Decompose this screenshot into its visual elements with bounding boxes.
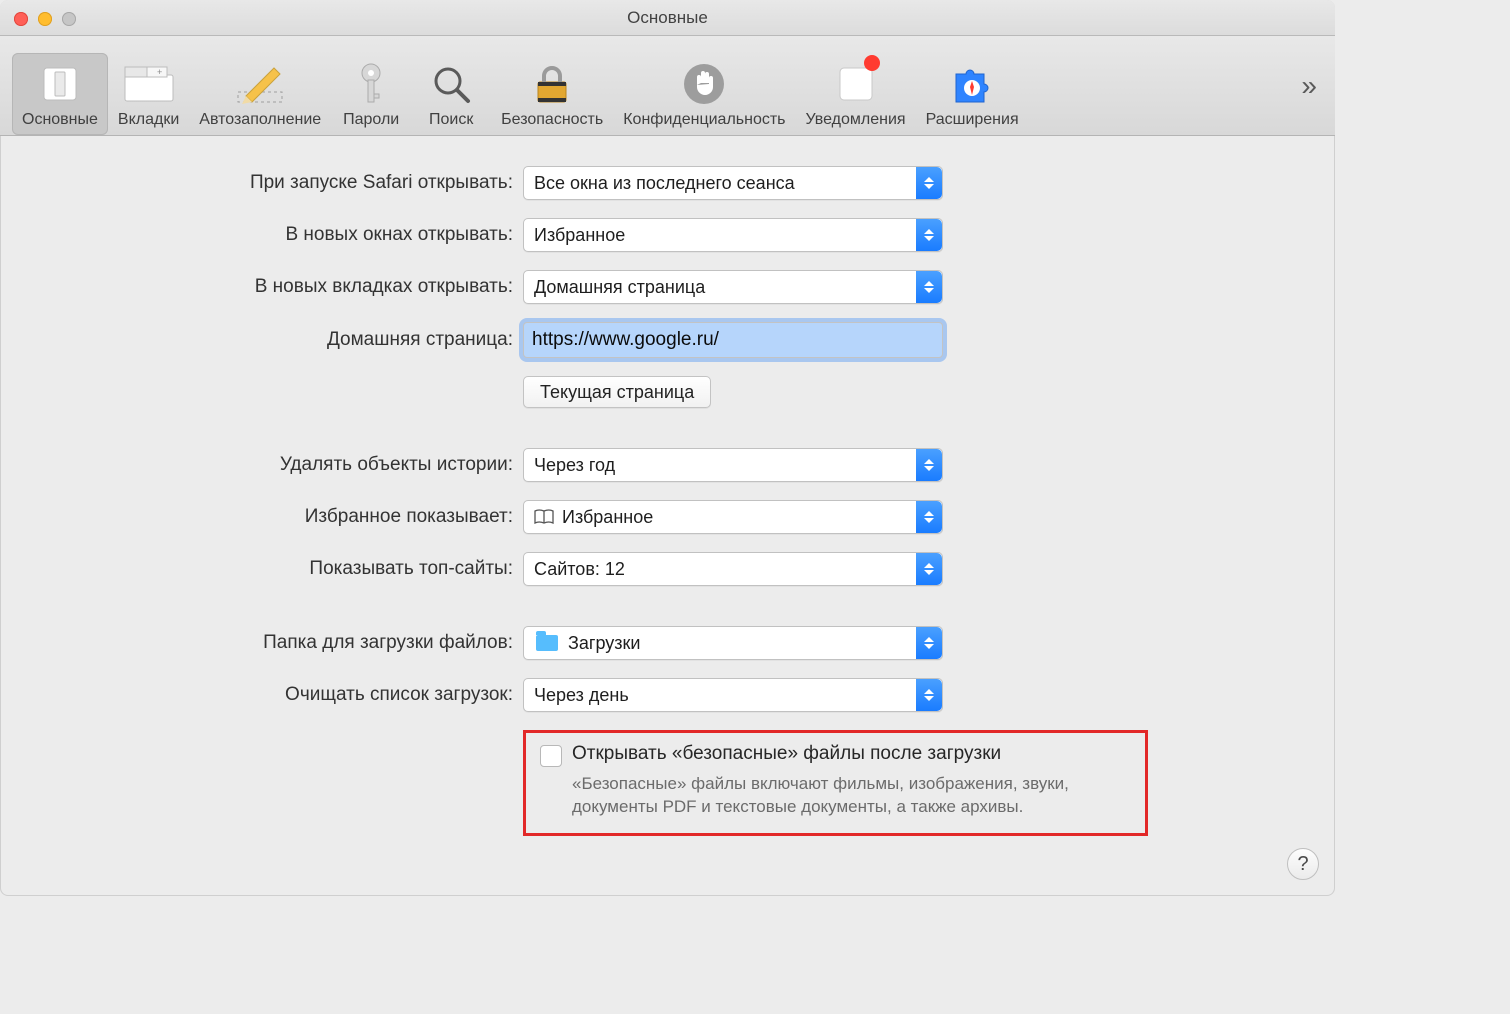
- key-icon: [356, 59, 386, 109]
- puzzle-icon: [950, 59, 994, 109]
- on-launch-label: При запуске Safari открывать:: [0, 172, 523, 194]
- pencil-icon: [232, 59, 288, 109]
- top-sites-label: Показывать топ-сайты:: [0, 558, 523, 580]
- open-safe-files-checkbox[interactable]: [540, 745, 562, 767]
- notification-badge: [864, 55, 880, 71]
- tab-general[interactable]: Основные: [12, 53, 108, 135]
- tab-label: Конфиденциальность: [623, 111, 785, 129]
- remove-history-label: Удалять объекты истории:: [0, 454, 523, 476]
- select-value: Все окна из последнего сеанса: [534, 173, 795, 194]
- search-icon: [430, 59, 472, 109]
- on-launch-select[interactable]: Все окна из последнего сеанса: [523, 166, 943, 200]
- select-value: Через год: [534, 455, 615, 476]
- preferences-toolbar: Основные + Вкладки Автозаполнение Пароли: [0, 36, 1335, 136]
- top-sites-select[interactable]: Сайтов: 12: [523, 552, 943, 586]
- new-windows-label: В новых окнах открывать:: [0, 224, 523, 246]
- help-button[interactable]: ?: [1287, 848, 1319, 880]
- select-value: Домашняя страница: [534, 277, 705, 298]
- zoom-window-button[interactable]: [62, 12, 76, 26]
- tab-label: Уведомления: [806, 111, 906, 129]
- favorites-shows-select[interactable]: Избранное: [523, 500, 943, 534]
- chevron-updown-icon: [916, 679, 942, 711]
- homepage-input[interactable]: [523, 322, 943, 358]
- tab-label: Безопасность: [501, 111, 603, 129]
- tab-extensions[interactable]: Расширения: [916, 53, 1029, 135]
- open-safe-files-label: Открывать «безопасные» файлы после загру…: [572, 743, 1001, 765]
- hand-icon: [683, 59, 725, 109]
- tab-label: Пароли: [343, 111, 399, 129]
- select-value: Через день: [534, 685, 629, 706]
- lock-icon: [532, 59, 572, 109]
- chevron-updown-icon: [916, 553, 942, 585]
- book-icon: [534, 509, 554, 525]
- tab-label: Основные: [22, 111, 98, 129]
- general-settings-form: При запуске Safari открывать: Все окна и…: [0, 136, 1335, 836]
- notification-icon: [836, 59, 876, 109]
- select-value: Сайтов: 12: [534, 559, 625, 580]
- preferences-window: Основные Основные + Вкладки Автозаполнен…: [0, 0, 1335, 896]
- clear-downloads-select[interactable]: Через день: [523, 678, 943, 712]
- tabs-icon: +: [123, 59, 175, 109]
- chevron-updown-icon: [916, 449, 942, 481]
- general-icon: [38, 59, 82, 109]
- download-folder-label: Папка для загрузки файлов:: [0, 632, 523, 654]
- toolbar-overflow-button[interactable]: »: [1301, 70, 1317, 102]
- select-value: Избранное: [562, 507, 653, 528]
- tab-privacy[interactable]: Конфиденциальность: [613, 53, 795, 135]
- chevron-updown-icon: [916, 627, 942, 659]
- minimize-window-button[interactable]: [38, 12, 52, 26]
- remove-history-select[interactable]: Через год: [523, 448, 943, 482]
- titlebar: Основные: [0, 0, 1335, 36]
- tab-label: Расширения: [926, 111, 1019, 129]
- tab-autofill[interactable]: Автозаполнение: [189, 53, 331, 135]
- tab-tabs[interactable]: + Вкладки: [108, 53, 189, 135]
- tab-search[interactable]: Поиск: [411, 53, 491, 135]
- folder-icon: [536, 635, 558, 651]
- close-window-button[interactable]: [14, 12, 28, 26]
- tab-label: Поиск: [429, 111, 473, 129]
- new-tabs-label: В новых вкладках открывать:: [0, 276, 523, 298]
- download-folder-select[interactable]: Загрузки: [523, 626, 943, 660]
- chevron-updown-icon: [916, 219, 942, 251]
- homepage-label: Домашняя страница:: [0, 329, 523, 351]
- select-value: Загрузки: [568, 633, 640, 654]
- tab-label: Вкладки: [118, 111, 179, 129]
- tab-label: Автозаполнение: [199, 111, 321, 129]
- new-windows-select[interactable]: Избранное: [523, 218, 943, 252]
- tab-passwords[interactable]: Пароли: [331, 53, 411, 135]
- tab-security[interactable]: Безопасность: [491, 53, 613, 135]
- set-current-page-button[interactable]: Текущая страница: [523, 376, 711, 408]
- select-value: Избранное: [534, 225, 625, 246]
- window-controls: [14, 12, 76, 26]
- chevron-updown-icon: [916, 167, 942, 199]
- tab-notifications[interactable]: Уведомления: [796, 53, 916, 135]
- new-tabs-select[interactable]: Домашняя страница: [523, 270, 943, 304]
- safe-files-highlight: Открывать «безопасные» файлы после загру…: [523, 730, 1148, 836]
- window-title: Основные: [627, 8, 708, 28]
- svg-text:+: +: [157, 67, 162, 77]
- chevron-updown-icon: [916, 501, 942, 533]
- favorites-shows-label: Избранное показывает:: [0, 506, 523, 528]
- open-safe-files-description: «Безопасные» файлы включают фильмы, изоб…: [540, 773, 1131, 819]
- clear-downloads-label: Очищать список загрузок:: [0, 684, 523, 706]
- chevron-updown-icon: [916, 271, 942, 303]
